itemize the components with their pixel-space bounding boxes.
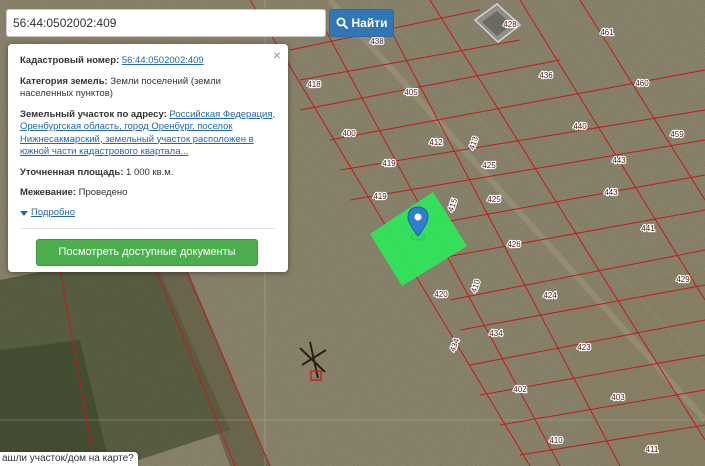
search-button[interactable]: Найти <box>329 9 394 37</box>
area-row: Уточненная площадь: 1 000 кв.м. <box>20 167 276 180</box>
plot-number-label: 413 <box>467 135 480 151</box>
plot-number-label: 425 <box>487 195 501 204</box>
plot-number-label: 434 <box>489 329 503 338</box>
plot-number-label: 405 <box>404 88 418 97</box>
plot-number-label: 426 <box>507 240 521 249</box>
plot-number-label: 410 <box>469 278 482 294</box>
view-documents-button[interactable]: Посмотреть доступные документы <box>36 239 258 266</box>
plot-number-label: 425 <box>482 161 496 170</box>
close-icon[interactable]: × <box>273 48 281 62</box>
cadastral-label: Кадастровый номер: <box>20 55 120 66</box>
plot-number-label: 420 <box>434 290 448 299</box>
address-row: Земельный участок по адресу: Российская … <box>20 109 276 159</box>
triangle-down-icon <box>20 210 28 216</box>
plot-number-label: 419 <box>382 159 396 168</box>
plot-number-label: 415 <box>446 197 459 213</box>
popup-divider <box>20 228 276 229</box>
land-category-row: Категория земель: Земли поселений (земли… <box>20 76 276 101</box>
plot-number-label: 400 <box>342 129 356 138</box>
search-bar <box>6 9 326 37</box>
area-label: Уточненная площадь: <box>20 166 124 178</box>
category-label: Категория земель: <box>20 75 108 87</box>
plot-number-label: 419 <box>373 192 387 201</box>
plot-number-label: 441 <box>641 224 655 233</box>
address-label: Земельный участок по адресу: <box>20 108 167 120</box>
plot-number-label: 403 <box>611 393 625 402</box>
plot-number-label: 443 <box>604 188 618 197</box>
plot-number-label: 423 <box>577 343 591 352</box>
plot-number-label: 411 <box>646 445 659 454</box>
plot-number-label: 410 <box>549 436 563 445</box>
details-toggle[interactable]: Подробно <box>20 207 75 220</box>
plot-info-popup: × Кадастровый номер: 56:44:0502002:409 К… <box>8 44 288 272</box>
plot-number-label: 418 <box>307 80 321 89</box>
plot-number-label: 460 <box>635 79 649 88</box>
plot-number-label: 440 <box>573 122 587 131</box>
plot-number-label: 443 <box>612 156 626 165</box>
survey-label: Межевание: <box>20 187 76 198</box>
plot-number-label: 434 <box>448 337 461 353</box>
plot-number-label: 461 <box>600 28 614 37</box>
plot-number-label: 438 <box>370 37 384 46</box>
plot-number-label: 436 <box>539 71 553 80</box>
search-input[interactable] <box>6 9 326 37</box>
map-marker-icon[interactable] <box>406 206 430 242</box>
plot-number-label: 412 <box>429 138 443 147</box>
details-label: Подробно <box>31 206 75 218</box>
plot-number-label: 459 <box>670 130 684 139</box>
search-icon <box>336 17 348 29</box>
area-value: 1 000 кв.м. <box>126 166 174 178</box>
survey-row: Межевание: Проведено <box>20 187 276 200</box>
survey-value: Проведено <box>78 187 128 198</box>
plot-number-label: 402 <box>513 385 527 394</box>
search-button-label: Найти <box>351 16 388 30</box>
plot-number-label: 429 <box>676 275 690 284</box>
cadastral-number-link[interactable]: 56:44:0502002:409 <box>122 55 204 66</box>
cadastral-number-row: Кадастровый номер: 56:44:0502002:409 <box>20 55 276 68</box>
plot-number-label: 424 <box>543 291 557 300</box>
found-plot-prompt[interactable]: ашли участок/дом на карте? <box>0 452 138 466</box>
plot-number-label: 428 <box>503 20 517 29</box>
